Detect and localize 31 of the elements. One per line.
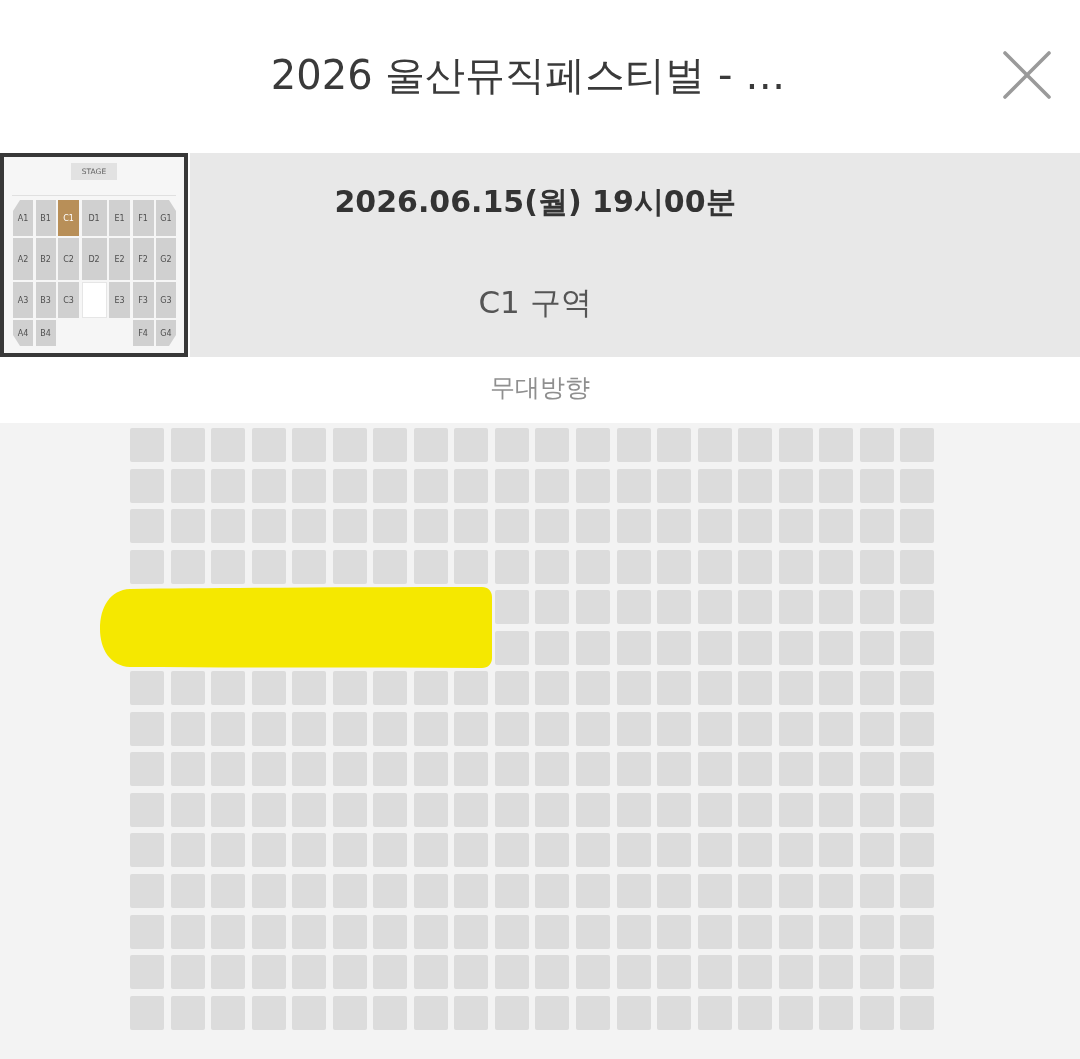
performance-date-time: 2026.06.15(월) 19시00분: [334, 183, 736, 221]
seat-section: B1: [35, 200, 56, 236]
seat-section: A3: [13, 282, 33, 318]
seat-section: C3: [58, 282, 79, 318]
seat-section: G2: [156, 238, 176, 280]
close-button[interactable]: [1003, 51, 1051, 99]
seat-section: A4: [13, 320, 33, 346]
stage-direction-label: 무대방향: [490, 371, 590, 404]
seat-section: C1: [58, 200, 79, 236]
seat-section: E1: [109, 200, 130, 236]
seat-section: B3: [35, 282, 56, 318]
seat-section: E2: [109, 238, 130, 280]
console-area: [81, 282, 107, 318]
seat-section: F4: [132, 320, 154, 346]
seat-section: G3: [156, 282, 176, 318]
seat-section: D1: [81, 200, 107, 236]
seat-section: F2: [132, 238, 154, 280]
seat-section: C2: [58, 238, 79, 280]
seat-section: B2: [35, 238, 56, 280]
seat-section: E3: [109, 282, 130, 318]
seat-section: B4: [35, 320, 56, 346]
seat-section: G1: [156, 200, 176, 236]
seat-section: D2: [81, 238, 107, 280]
seat-section: F1: [132, 200, 154, 236]
seat-section: A2: [13, 238, 33, 280]
seat-section: G4: [156, 320, 176, 346]
close-icon: [1003, 51, 1051, 99]
page-title: 2026 울산뮤직페스티벌 - …: [270, 50, 787, 100]
seat-section: A1: [13, 200, 33, 236]
seat-section: F3: [132, 282, 154, 318]
zone-label: C1 구역: [478, 283, 592, 321]
